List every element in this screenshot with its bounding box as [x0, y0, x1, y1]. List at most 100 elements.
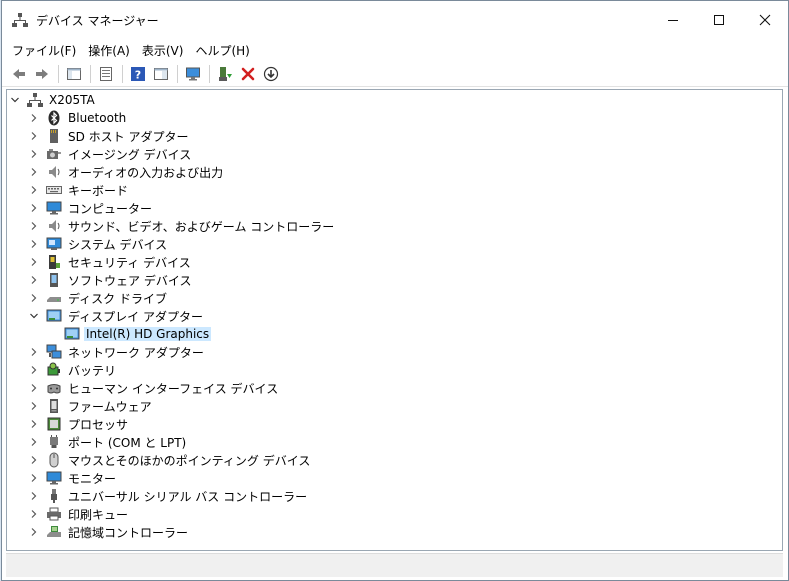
expand-chevron-right-icon[interactable] — [28, 199, 40, 217]
action-pane-icon — [154, 67, 168, 80]
menu-action[interactable]: 操作(A) — [82, 40, 136, 61]
forward-button[interactable] — [31, 63, 53, 85]
expand-chevron-right-icon[interactable] — [28, 289, 40, 307]
expand-chevron-right-icon[interactable] — [28, 181, 40, 199]
scan-hardware-button[interactable] — [182, 63, 204, 85]
expand-chevron-right-icon[interactable] — [28, 487, 40, 505]
menu-file[interactable]: ファイル(F) — [6, 40, 82, 61]
properties-button[interactable] — [95, 63, 117, 85]
red-x-icon — [241, 67, 255, 80]
expand-chevron-right-icon[interactable] — [28, 253, 40, 271]
close-button[interactable] — [742, 1, 788, 39]
minimize-button[interactable] — [650, 1, 696, 39]
toolbar: ? — [2, 61, 788, 87]
toolbar-separator — [177, 64, 178, 83]
device-category-row[interactable]: ファームウェア — [28, 397, 154, 415]
expand-chevron-right-icon[interactable] — [28, 127, 40, 145]
display-adapter-icon — [64, 326, 80, 342]
action-pane-button[interactable] — [150, 63, 172, 85]
show-hide-console-tree-button[interactable] — [63, 63, 85, 85]
expand-chevron-right-icon[interactable] — [28, 361, 40, 379]
expand-chevron-right-icon[interactable] — [28, 397, 40, 415]
device-category-label: 記憶域コントローラー — [68, 525, 189, 540]
device-category-row[interactable]: バッテリ — [28, 361, 118, 379]
tree-root-label: X205TA — [49, 93, 95, 107]
expand-chevron-right-icon[interactable] — [28, 271, 40, 289]
toolbar-separator — [209, 64, 210, 83]
device-category-row[interactable]: ディスプレイ アダプター — [28, 307, 205, 325]
expand-chevron-right-icon[interactable] — [28, 415, 40, 433]
expand-chevron-right-icon[interactable] — [28, 235, 40, 253]
toolbar-separator — [90, 64, 91, 83]
usb-icon — [46, 488, 62, 504]
display-adapter-icon — [46, 308, 62, 324]
expand-chevron-right-icon[interactable] — [28, 451, 40, 469]
device-category-row[interactable]: Bluetooth — [28, 109, 128, 127]
expand-chevron-right-icon[interactable] — [28, 217, 40, 235]
expand-chevron-right-icon[interactable] — [28, 469, 40, 487]
device-category-row[interactable]: イメージング デバイス — [28, 145, 193, 163]
expand-chevron-right-icon[interactable] — [28, 433, 40, 451]
enable-device-button[interactable] — [260, 63, 282, 85]
device-category-row[interactable]: セキュリティ デバイス — [28, 253, 193, 271]
device-category-row[interactable]: コンピューター — [28, 199, 154, 217]
system-device-icon — [46, 236, 62, 252]
device-category-label: キーボード — [68, 183, 129, 198]
device-item-row[interactable]: Intel(R) HD Graphics — [64, 325, 212, 343]
menu-bar: ファイル(F) 操作(A) 表示(V) ヘルプ(H) — [2, 39, 788, 61]
update-driver-button[interactable] — [214, 63, 236, 85]
device-tree[interactable]: X205TA Bluetooth SD ホスト アダプターイメージング デバイスオ… — [6, 89, 783, 551]
device-category-row[interactable]: 印刷キュー — [28, 505, 130, 523]
device-category-row[interactable]: 記憶域コントローラー — [28, 523, 190, 541]
device-category-row[interactable]: ユニバーサル シリアル バス コントローラー — [28, 487, 309, 505]
back-button[interactable] — [8, 63, 30, 85]
storage-controller-icon — [46, 524, 62, 540]
expand-chevron-right-icon[interactable] — [28, 145, 40, 163]
window-title: デバイス マネージャー — [36, 13, 159, 28]
device-category-row[interactable]: サウンド、ビデオ、およびゲーム コントローラー — [28, 217, 336, 235]
battery-icon — [46, 362, 62, 378]
title-bar[interactable]: デバイス マネージャー — [2, 1, 788, 39]
device-manager-window: デバイス マネージャー ファイル(F) 操作(A) 表示(V) ヘルプ(H) ?… — [1, 0, 789, 581]
expand-chevron-right-icon[interactable] — [28, 343, 40, 361]
device-category-row[interactable]: システム デバイス — [28, 235, 169, 253]
software-device-icon — [46, 272, 62, 288]
keyboard-icon — [46, 182, 62, 198]
device-category-row[interactable]: ディスク ドライブ — [28, 289, 169, 307]
device-category-row[interactable]: ヒューマン インターフェイス デバイス — [28, 379, 280, 397]
device-category-row[interactable]: キーボード — [28, 181, 130, 199]
device-category-row[interactable]: ソフトウェア デバイス — [28, 271, 193, 289]
download-circle-icon — [263, 66, 279, 81]
expand-chevron-down-icon[interactable] — [28, 307, 40, 325]
device-category-row[interactable]: SD ホスト アダプター — [28, 127, 191, 145]
menu-view[interactable]: 表示(V) — [136, 40, 190, 61]
help-button[interactable]: ? — [127, 63, 149, 85]
device-category-label: ネットワーク アダプター — [68, 345, 204, 360]
bluetooth-icon — [46, 110, 62, 126]
expand-chevron-right-icon[interactable] — [28, 109, 40, 127]
device-category-label: システム デバイス — [68, 237, 168, 252]
device-category-label: コンピューター — [68, 201, 153, 216]
device-category-label: ディスク ドライブ — [68, 291, 167, 306]
device-category-label: イメージング デバイス — [68, 147, 192, 162]
device-category-row[interactable]: ポート (COM と LPT) — [28, 433, 188, 451]
device-category-row[interactable]: プロセッサ — [28, 415, 130, 433]
device-category-row[interactable]: オーディオの入力および出力 — [28, 163, 225, 181]
expand-chevron-right-icon[interactable] — [28, 523, 40, 541]
uninstall-device-button[interactable] — [237, 63, 259, 85]
device-category-row[interactable]: マウスとそのほかのポインティング デバイス — [28, 451, 312, 469]
device-category-row[interactable]: モニター — [28, 469, 118, 487]
expand-chevron-right-icon[interactable] — [28, 379, 40, 397]
toolbar-separator — [122, 64, 123, 83]
expand-chevron-right-icon[interactable] — [28, 505, 40, 523]
mouse-icon — [46, 452, 62, 468]
maximize-button[interactable] — [696, 1, 742, 39]
tree-root-row[interactable]: X205TA — [9, 91, 97, 109]
device-category-label: ポート (COM と LPT) — [68, 435, 187, 450]
menu-help[interactable]: ヘルプ(H) — [189, 40, 255, 61]
device-category-label: マウスとそのほかのポインティング デバイス — [68, 453, 311, 468]
expand-chevron-right-icon[interactable] — [28, 163, 40, 181]
device-category-row[interactable]: ネットワーク アダプター — [28, 343, 206, 361]
expand-chevron-down-icon[interactable] — [9, 91, 21, 109]
forward-arrow-icon — [36, 68, 48, 79]
